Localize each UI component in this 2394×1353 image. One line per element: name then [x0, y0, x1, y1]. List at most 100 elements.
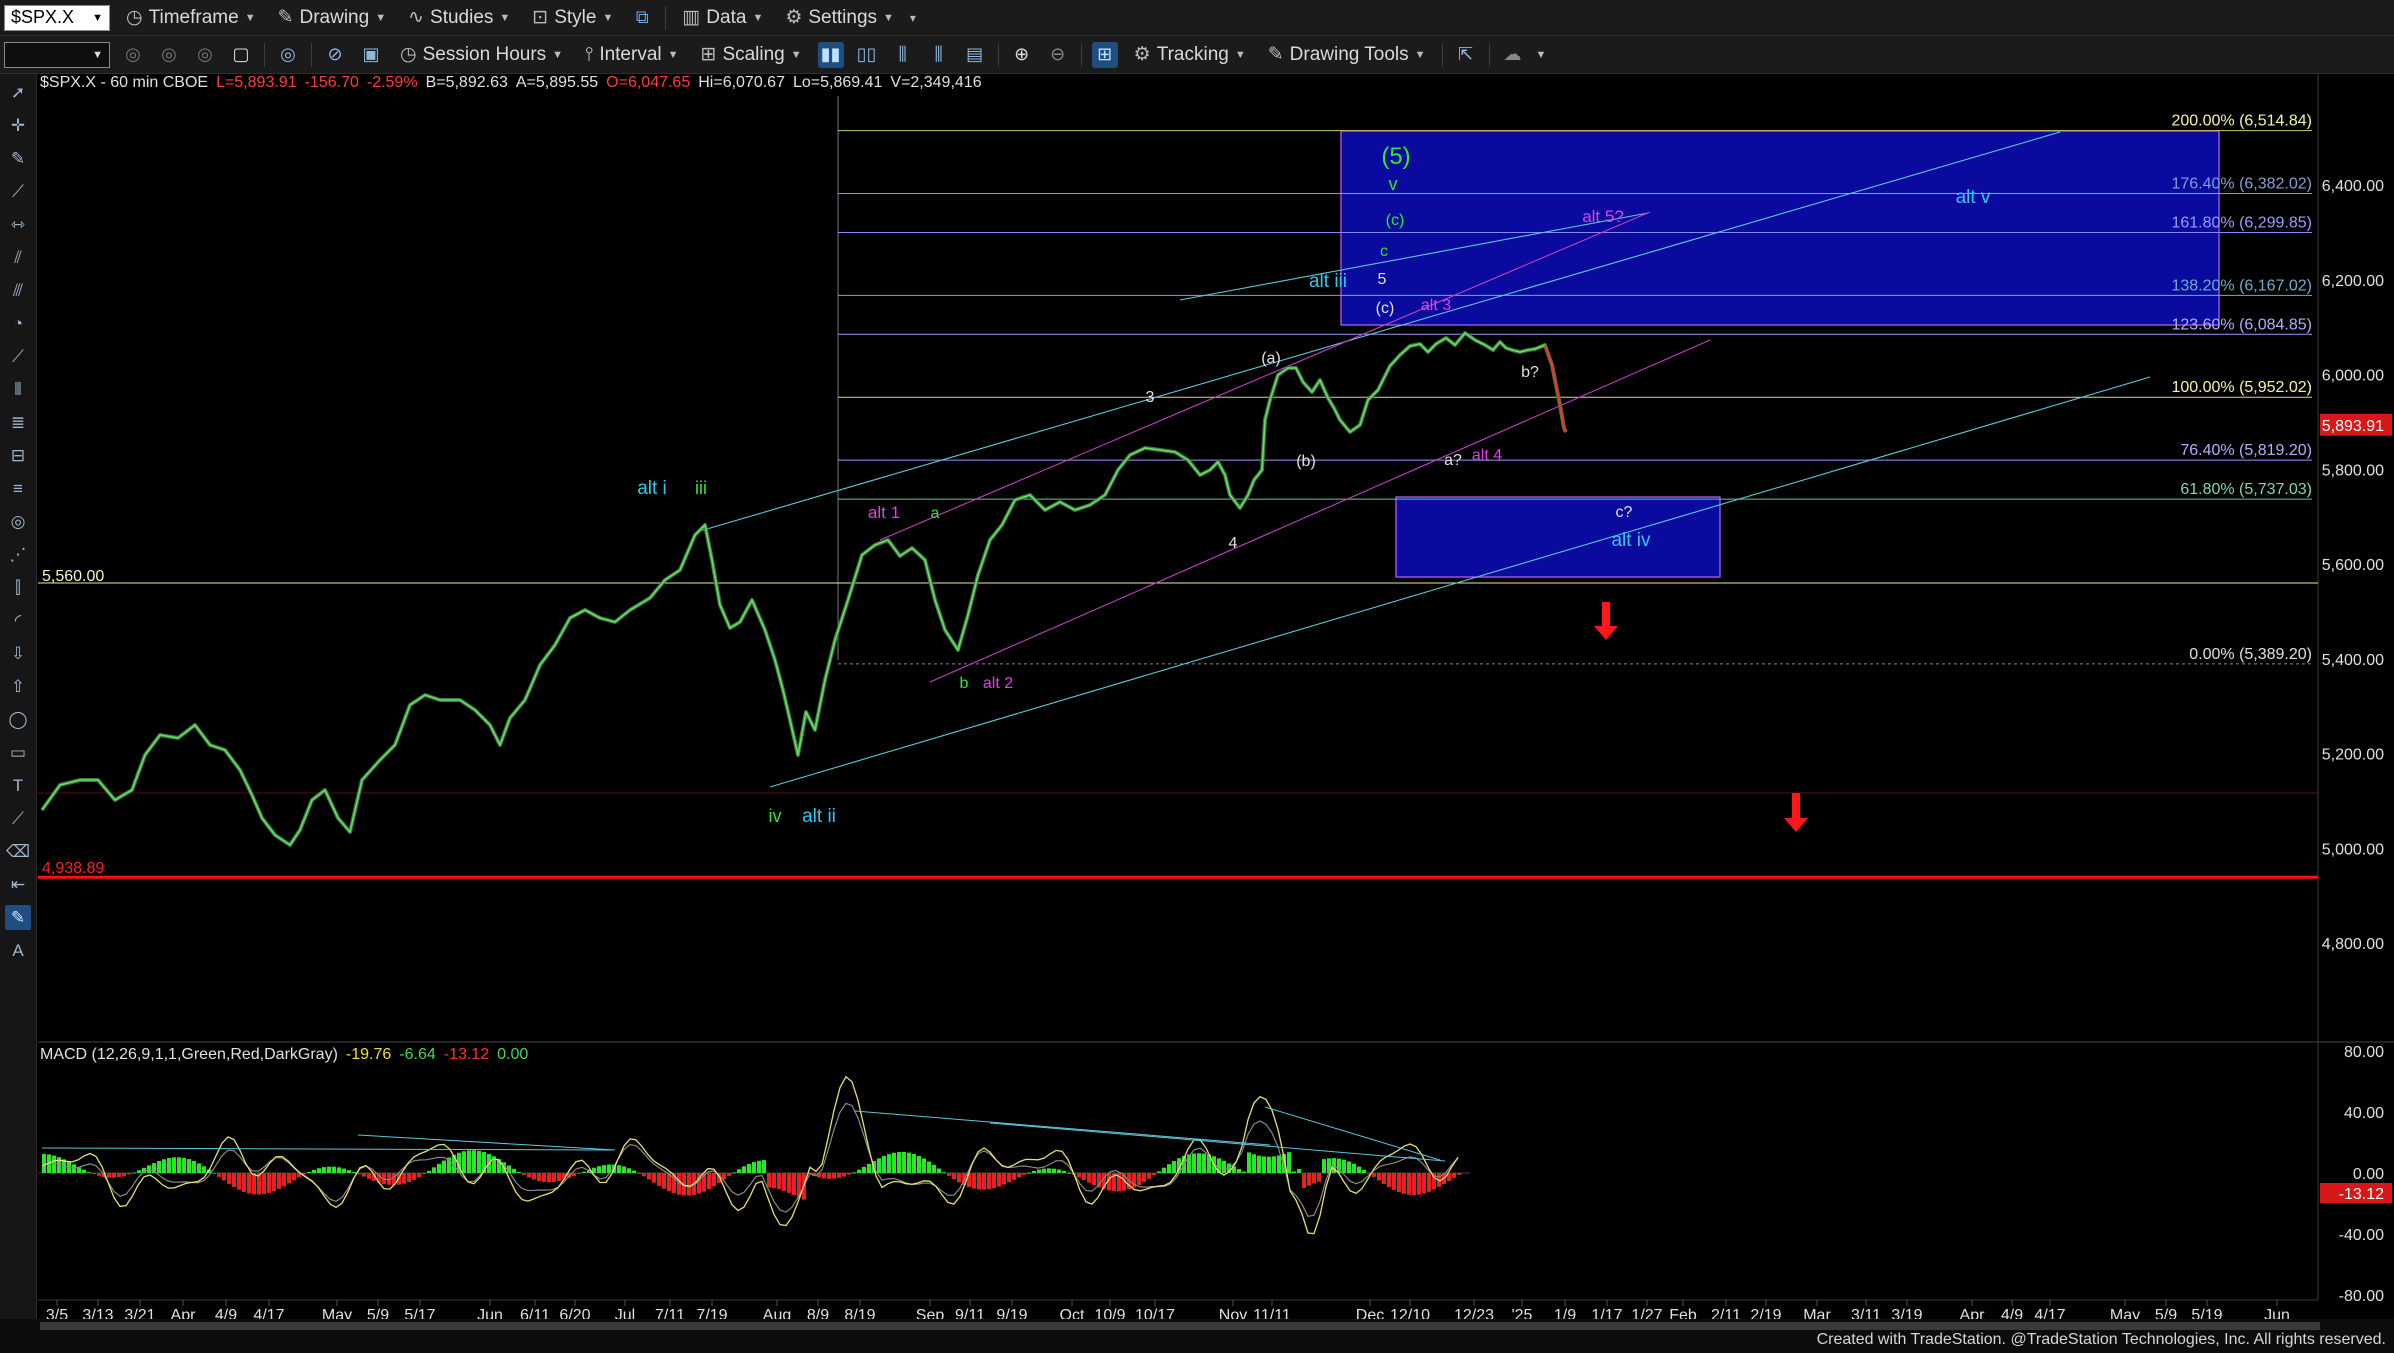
alt-v-target-box[interactable]	[1340, 130, 2220, 326]
macd-histogram-bar	[602, 1165, 606, 1173]
price-line-shadow	[40, 331, 1568, 847]
macd-histogram-bar	[522, 1173, 526, 1175]
wave-label: alt i	[637, 478, 667, 499]
macd-histogram-bar	[1392, 1173, 1396, 1190]
price-tick: 6,000.00	[2322, 368, 2384, 385]
macd-histogram-bar	[1397, 1173, 1401, 1193]
price-line	[41, 332, 1567, 846]
wave-label: b	[960, 675, 969, 692]
macd-histogram-bar	[132, 1172, 136, 1174]
macd-histogram-bar	[217, 1173, 221, 1177]
macd-histogram-bar	[1032, 1170, 1036, 1173]
macd-histogram-bar	[577, 1173, 581, 1174]
chart-header: $SPX.X - 60 min CBOE L=5,893.91 -156.70 …	[40, 74, 982, 94]
macd-histogram-bar	[1267, 1156, 1271, 1173]
macd-histogram-bar	[1082, 1173, 1086, 1181]
macd-histogram-bar	[1407, 1173, 1411, 1195]
macd-histogram-bar	[192, 1160, 196, 1173]
macd-histogram-bar	[1257, 1155, 1261, 1173]
macd-divergence-line	[854, 1110, 1271, 1146]
macd-histogram-bar	[327, 1166, 331, 1173]
price-axis: 6,400.00 6,200.00 6,000.00 5,800.00 5,600.00…	[2320, 178, 2392, 953]
macd-histogram-bar	[92, 1173, 96, 1175]
wave-label: (c)	[1376, 300, 1395, 317]
macd-histogram-bar	[322, 1167, 326, 1173]
price-tick: 6,200.00	[2322, 273, 2384, 290]
macd-histogram-bar	[1452, 1173, 1456, 1178]
macd-histogram-bar	[97, 1173, 101, 1176]
macd-histogram-bar	[1252, 1154, 1256, 1173]
macd-histogram-bar	[352, 1172, 356, 1174]
macd-histogram-bar	[827, 1173, 831, 1179]
wave-label: c	[1380, 243, 1388, 260]
macd-tick: -40.00	[2339, 1227, 2384, 1244]
macd-histogram-bar	[1092, 1173, 1096, 1186]
fib-label: 123.60% (6,084.85)	[2171, 316, 2312, 333]
macd-histogram-bar	[277, 1173, 281, 1189]
macd-histogram-bar	[647, 1173, 651, 1180]
macd-histogram-bar	[222, 1173, 226, 1181]
net-change: -156.70	[304, 74, 359, 91]
macd-histogram-bar	[312, 1169, 316, 1173]
macd-histogram-bar	[882, 1156, 886, 1173]
wave-label: alt v	[1956, 187, 1991, 208]
chart-canvas[interactable]: 200.00% (6,514.84) 176.40% (6,382.02) 161.…	[0, 0, 2394, 1353]
alt-iv-support-box[interactable]	[1395, 496, 1721, 578]
macd-histogram-bar	[822, 1173, 826, 1179]
macd-histogram-bar	[627, 1168, 631, 1173]
macd-histogram-bar	[307, 1172, 311, 1174]
last-price-marker-label: 5,893.91	[2322, 418, 2384, 435]
horizontal-levels: 5,560.00 4,938.89	[38, 568, 2318, 879]
macd-histogram-bar	[1237, 1168, 1241, 1173]
macd-histogram-bar	[532, 1173, 536, 1180]
macd-histogram-bar	[272, 1173, 276, 1192]
macd-histogram-bar	[727, 1173, 731, 1176]
macd-histogram-bar	[892, 1152, 896, 1173]
macd-histogram-bar	[642, 1173, 646, 1177]
macd-histogram-bar	[1222, 1160, 1226, 1173]
macd-histogram-bar	[342, 1168, 346, 1173]
macd-histogram-bar	[637, 1173, 641, 1174]
macd-histogram-bar	[977, 1173, 981, 1190]
macd-histogram-bar	[857, 1169, 861, 1173]
macd-histogram-bar	[887, 1154, 891, 1173]
macd-histogram-bar	[917, 1155, 921, 1173]
macd-histogram-bar	[1192, 1153, 1196, 1173]
macd-histogram-bar	[1262, 1156, 1266, 1173]
macd-histogram-bar	[527, 1173, 531, 1178]
red-arrow-shaft	[1602, 602, 1610, 628]
macd-histogram-bar	[787, 1173, 791, 1193]
macd-histogram-bar	[972, 1173, 976, 1189]
macd-histogram-bar	[657, 1173, 661, 1186]
macd-histogram-bar	[57, 1157, 61, 1173]
price-tick: 5,000.00	[2322, 841, 2384, 858]
wave-label: c?	[1616, 504, 1633, 521]
ask-price: A=5,895.55	[515, 74, 599, 91]
macd-histogram-bar	[957, 1173, 961, 1183]
macd-histogram-bar	[1062, 1170, 1066, 1173]
macd-histogram-bar	[1037, 1169, 1041, 1173]
macd-histogram-bar	[687, 1173, 691, 1196]
macd-histogram-bar	[832, 1173, 836, 1179]
macd-last-marker-label: -13.12	[2339, 1186, 2384, 1203]
macd-histogram-bar	[1362, 1169, 1366, 1173]
macd-histogram-bar	[777, 1173, 781, 1190]
macd-histogram-bar	[632, 1170, 636, 1173]
macd-histogram-bar	[982, 1173, 986, 1190]
macd-histogram-bar	[752, 1162, 756, 1173]
macd-histogram-bar	[947, 1173, 951, 1176]
high-price: Hi=6,070.67	[698, 74, 785, 91]
macd-histogram-bar	[1077, 1173, 1081, 1178]
macd-histogram-bar	[707, 1173, 711, 1190]
macd-histogram-bar	[1057, 1169, 1061, 1173]
macd-histogram-bar	[1417, 1173, 1421, 1195]
horizontal-scrollbar[interactable]	[40, 1322, 2320, 1330]
macd-histogram-bar	[1357, 1166, 1361, 1173]
macd-histogram-bar	[547, 1173, 551, 1183]
wave-label: alt 1	[868, 503, 900, 522]
macd-histogram-bar	[462, 1151, 466, 1173]
macd-histogram-bar	[182, 1157, 186, 1173]
macd-histogram-bar	[157, 1160, 161, 1173]
macd-histogram-bar	[492, 1156, 496, 1173]
macd-histogram-bar	[937, 1168, 941, 1173]
